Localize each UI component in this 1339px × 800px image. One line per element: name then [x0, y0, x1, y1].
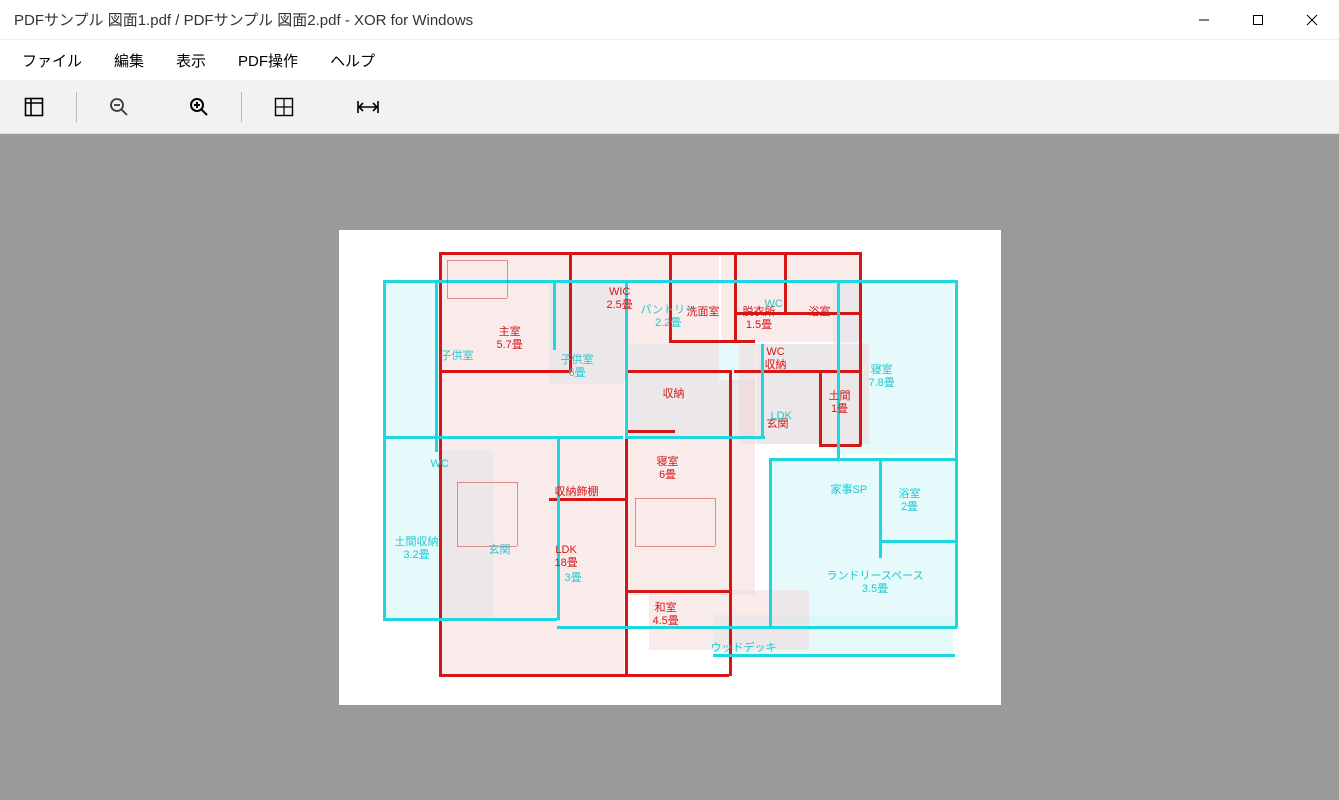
menu-file[interactable]: ファイル — [6, 42, 98, 79]
label-c-genkan: 玄関 — [489, 544, 511, 558]
label-c-pantry: パントリー 2.2畳 — [641, 304, 697, 332]
toolbar-separator — [76, 92, 77, 122]
zoom-out-icon[interactable] — [97, 85, 141, 129]
label-c-wc-small: WC — [765, 298, 783, 312]
titlebar: PDFサンプル 図面1.pdf / PDFサンプル 図面2.pdf - XOR … — [0, 0, 1339, 40]
menu-pdf-ops[interactable]: PDF操作 — [222, 42, 314, 79]
menu-help[interactable]: ヘルプ — [314, 42, 391, 79]
label-ldk: LDK 18畳 — [555, 544, 578, 572]
label-c-kodomo1: 子供室 — [441, 350, 474, 364]
toolbar-separator — [241, 92, 242, 122]
label-c-kodomo2: 子供室 6畳 — [561, 354, 594, 382]
minimize-button[interactable] — [1177, 0, 1231, 40]
fit-width-icon[interactable] — [346, 85, 390, 129]
window-title: PDFサンプル 図面1.pdf / PDFサンプル 図面2.pdf - XOR … — [0, 9, 1177, 30]
label-c-shinshitsu: 寝室 7.8畳 — [869, 364, 895, 392]
label-yokushitsu: 浴室 — [809, 306, 831, 320]
label-c-laundry: ランドリースペース 3.5畳 — [827, 570, 924, 598]
maximize-button[interactable] — [1231, 0, 1285, 40]
label-wic: WIC 2.5畳 — [607, 286, 633, 314]
window-controls — [1177, 0, 1339, 40]
menu-edit[interactable]: 編集 — [98, 42, 160, 79]
label-c-3jo: 3畳 — [565, 572, 582, 586]
document-viewport[interactable]: WIC 2.5畳 洗面室 脱衣所 1.5畳 浴室 主室 5.7畳 WC 収納 収… — [0, 134, 1339, 800]
label-shinshitsu: 寝室 6畳 — [657, 456, 679, 484]
zoom-in-icon[interactable] — [177, 85, 221, 129]
toolbar — [0, 80, 1339, 134]
close-button[interactable] — [1285, 0, 1339, 40]
label-wc: WC 収納 — [765, 346, 787, 374]
label-shuno-shelf: 収納飾棚 — [555, 486, 599, 500]
label-shushitsu: 主室 5.7畳 — [497, 326, 523, 354]
label-c-wooddeck: ウッドデッキ — [711, 642, 777, 656]
label-washitsu: 和室 4.5畳 — [653, 602, 679, 630]
label-c-kajisp: 家事SP — [831, 484, 868, 498]
label-c-wc: WC — [431, 458, 449, 472]
label-doma: 土間 1畳 — [829, 390, 851, 418]
label-c-ldk-small: LDK — [771, 410, 792, 424]
label-shuno: 収納 — [663, 388, 685, 402]
label-c-ysk: 浴室 2畳 — [899, 488, 921, 516]
fit-page-icon[interactable] — [262, 85, 306, 129]
menu-view[interactable]: 表示 — [160, 42, 222, 79]
label-c-doma-shuno: 土間収納 3.2畳 — [395, 536, 439, 564]
menubar: ファイル 編集 表示 PDF操作 ヘルプ — [0, 40, 1339, 80]
page-canvas: WIC 2.5畳 洗面室 脱衣所 1.5畳 浴室 主室 5.7畳 WC 収納 収… — [339, 230, 1001, 705]
side-panel-icon[interactable] — [12, 85, 56, 129]
